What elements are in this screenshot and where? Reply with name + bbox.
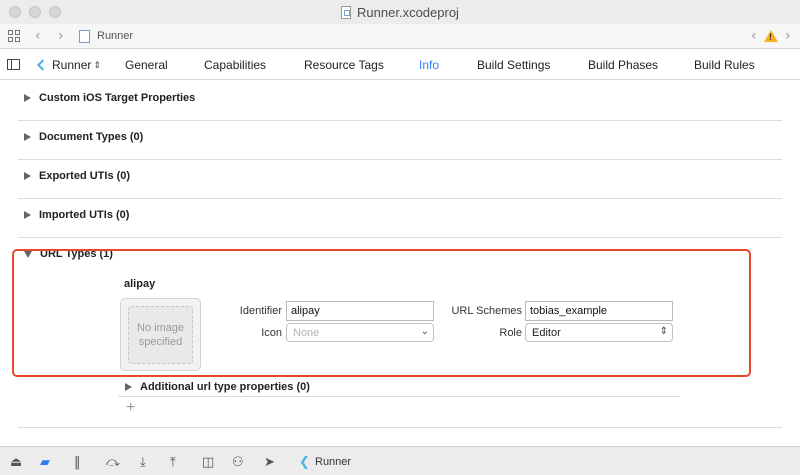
tab-info[interactable]: Info: [419, 58, 439, 72]
jumpbar-item[interactable]: Runner: [97, 30, 133, 42]
tab-build-settings[interactable]: Build Settings: [477, 58, 550, 72]
add-url-type-plus-icon[interactable]: +: [126, 399, 135, 417]
pause-icon[interactable]: ‖: [74, 455, 81, 470]
disclosure-triangle-icon[interactable]: [24, 133, 31, 141]
project-file-icon: [341, 5, 352, 19]
updown-chevron-icon: ⇕: [93, 59, 101, 70]
step-over-icon[interactable]: ⤼: [106, 455, 120, 470]
jump-bar: ‹ › Runner ‹ ! ›: [0, 24, 800, 49]
additional-properties-label: Additional url type properties (0): [140, 380, 310, 393]
section-header[interactable]: Imported UTIs (0): [24, 209, 129, 221]
debug-bar: ⏏ ▰ ‖ ⤼ ⤓ ⤒ ◫ ⚇ ➤ ❮ Runner: [0, 446, 800, 475]
section-title: Custom iOS Target Properties: [39, 92, 196, 104]
additional-properties-row[interactable]: Additional url type properties (0): [118, 377, 680, 397]
view-debugger-icon[interactable]: ◫: [202, 455, 214, 470]
section-title: Imported UTIs (0): [39, 209, 130, 221]
disclosure-triangle-icon[interactable]: [24, 211, 31, 219]
url-type-image-well[interactable]: No image specified: [120, 298, 201, 371]
disclosure-triangle-icon[interactable]: [24, 172, 31, 180]
section-header[interactable]: Exported UTIs (0): [24, 170, 130, 182]
window-title-text: Runner.xcodeproj: [357, 4, 459, 20]
breakpoints-icon[interactable]: ▰: [40, 455, 50, 470]
tab-resource-tags[interactable]: Resource Tags: [304, 58, 384, 72]
role-popup[interactable]: Editor ⇕: [525, 323, 673, 342]
section-title: Exported UTIs (0): [39, 170, 131, 182]
step-out-icon[interactable]: ⤒: [170, 455, 176, 470]
simulate-location-icon[interactable]: ➤: [264, 455, 275, 470]
icon-label: Icon: [261, 327, 282, 339]
next-issue-arrow-icon[interactable]: ›: [785, 28, 791, 44]
url-schemes-label: URL Schemes: [451, 305, 522, 317]
identifier-label: Identifier: [239, 305, 282, 317]
section-header[interactable]: Custom iOS Target Properties: [24, 92, 195, 104]
section-imported-utis: Imported UTIs (0): [18, 209, 782, 238]
prev-issue-arrow-icon[interactable]: ‹: [751, 28, 757, 44]
url-type-name: alipay: [124, 278, 156, 290]
hide-debug-area-icon[interactable]: ⏏: [10, 455, 22, 470]
target-selector[interactable]: Runner ⇕: [36, 58, 101, 72]
section-document-types: Document Types (0): [18, 131, 782, 160]
section-title: Document Types (0): [39, 131, 144, 143]
step-into-icon[interactable]: ⤓: [140, 455, 146, 470]
title-bar: Runner.xcodeproj: [0, 0, 800, 24]
warning-icon[interactable]: !: [764, 30, 778, 42]
tab-build-phases[interactable]: Build Phases: [588, 58, 658, 72]
back-arrow-icon[interactable]: ‹: [35, 28, 41, 44]
section-custom-ios-target-properties: Custom iOS Target Properties: [18, 92, 782, 121]
disclosure-triangle-icon[interactable]: [125, 382, 132, 391]
role-popup-value: Editor: [532, 327, 561, 339]
project-file-icon: [79, 30, 90, 43]
tab-build-rules[interactable]: Build Rules: [694, 58, 755, 72]
memory-graph-icon[interactable]: ⚇: [232, 455, 244, 470]
updown-chevron-icon: ⇕: [659, 326, 668, 337]
chevron-down-icon: ⌄: [420, 326, 429, 337]
debug-scheme-label[interactable]: Runner: [315, 456, 351, 468]
info-editor: Custom iOS Target Properties Document Ty…: [0, 81, 800, 446]
icon-popup-value: None: [293, 327, 320, 339]
forward-arrow-icon[interactable]: ›: [58, 28, 64, 44]
tab-capabilities[interactable]: Capabilities: [204, 58, 266, 72]
target-name: Runner: [52, 58, 92, 72]
no-image-placeholder: No image specified: [128, 306, 193, 364]
identifier-field[interactable]: alipay: [286, 301, 434, 321]
role-label: Role: [499, 327, 522, 339]
editor-tab-bar: Runner ⇕ General Capabilities Resource T…: [0, 50, 800, 80]
flutter-icon: ❮: [299, 455, 310, 470]
disclosure-triangle-icon[interactable]: [24, 94, 31, 102]
url-schemes-field[interactable]: tobias_example: [525, 301, 673, 321]
tab-general[interactable]: General: [125, 58, 168, 72]
sidebar-toggle-icon[interactable]: [7, 59, 20, 70]
related-items-grid-icon[interactable]: [8, 30, 22, 43]
section-header[interactable]: Document Types (0): [24, 131, 143, 143]
icon-popup[interactable]: None ⌄: [286, 323, 434, 342]
flutter-icon: [36, 60, 44, 70]
window-title: Runner.xcodeproj: [0, 0, 800, 24]
section-exported-utis: Exported UTIs (0): [18, 170, 782, 199]
